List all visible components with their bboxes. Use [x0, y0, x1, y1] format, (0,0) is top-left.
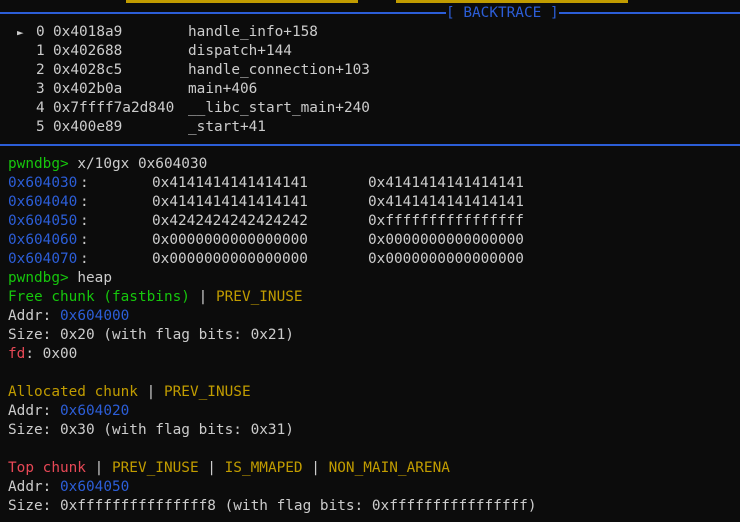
memory-value: 0x4141414141414141 — [368, 194, 524, 210]
command-line-heap: pwndbg> heap — [8, 269, 112, 288]
free-chunk-header: Free chunk (fastbins) | PREV_INUSE — [8, 288, 303, 307]
frame-index: 2 — [36, 62, 45, 78]
memory-address: 0x604070 — [8, 251, 78, 267]
frame-address: 0x402688 — [53, 43, 123, 59]
terminal-window[interactable]: [ BACKTRACE ] ► 0 0x4018a9 handle_info+1… — [0, 0, 740, 522]
memory-value: 0x4141414141414141 — [152, 175, 308, 191]
top-chunk-addr: Addr: 0x604050 — [8, 478, 129, 497]
frame-symbol: handle_info+158 — [188, 24, 318, 40]
memory-value: 0x4141414141414141 — [152, 194, 308, 210]
frame-symbol: dispatch+144 — [188, 43, 292, 59]
chunk-flag: PREV_INUSE — [111, 460, 199, 476]
prompt: pwndbg> — [8, 270, 69, 286]
fd-label: fd — [8, 346, 26, 362]
flag-separator: | — [302, 460, 329, 476]
memory-value: 0x0000000000000000 — [152, 232, 308, 248]
addr-label: Addr: — [8, 403, 52, 419]
chunk-address: 0x604050 — [60, 479, 130, 495]
addr-label: Addr: — [8, 479, 52, 495]
top-chunk-size: Size: 0xfffffffffffffff8 (with flag bits… — [8, 498, 537, 514]
chunk-address: 0x604020 — [60, 403, 130, 419]
addr-label: Addr: — [8, 308, 52, 324]
frame-index: 4 — [36, 100, 45, 116]
prompt: pwndbg> — [8, 156, 69, 172]
top-chunk-header: Top chunk | PREV_INUSE | IS_MMAPED | NON… — [8, 459, 450, 478]
frame-address: 0x7ffff7a2d840 — [53, 100, 175, 116]
memory-address: 0x604040 — [8, 194, 78, 210]
allocated-chunk-size: Size: 0x30 (with flag bits: 0x31) — [8, 422, 294, 438]
memory-value: 0x0000000000000000 — [368, 251, 524, 267]
chunk-address: 0x604000 — [60, 308, 130, 324]
command-line-examine: pwndbg> x/10gx 0x604030 — [8, 155, 207, 174]
context-bottom-rule — [0, 144, 740, 146]
chunk-title: Allocated chunk — [8, 384, 138, 400]
backtrace-header-rule — [0, 12, 740, 14]
memory-colon: : — [80, 194, 89, 210]
chunk-flag: IS_MMAPED — [224, 460, 303, 476]
memory-colon: : — [80, 251, 89, 267]
frame-symbol: _start+41 — [188, 119, 266, 135]
chunk-title: Top chunk — [8, 460, 86, 476]
memory-value: 0x0000000000000000 — [152, 251, 308, 267]
free-chunk-fd: fd: 0x00 — [8, 345, 77, 364]
frame-index: 0 — [36, 24, 45, 40]
frame-address: 0x4028c5 — [53, 62, 123, 78]
memory-value: 0xffffffffffffffff — [368, 213, 524, 229]
fd-value: : 0x00 — [25, 346, 78, 362]
memory-address: 0x604030 — [8, 175, 78, 191]
flag-separator: | — [198, 460, 225, 476]
frame-address: 0x400e89 — [53, 119, 123, 135]
frame-address: 0x402b0a — [53, 81, 123, 97]
allocated-chunk-header: Allocated chunk | PREV_INUSE — [8, 383, 251, 402]
memory-colon: : — [80, 232, 89, 248]
memory-colon: : — [80, 175, 89, 191]
previous-pane-strip-right — [396, 0, 628, 3]
chunk-title: Free chunk (fastbins) — [8, 289, 190, 305]
backtrace-title: [ BACKTRACE ] — [446, 4, 559, 23]
chunk-flag: PREV_INUSE — [163, 384, 251, 400]
memory-address: 0x604060 — [8, 232, 78, 248]
memory-address: 0x604050 — [8, 213, 78, 229]
memory-value: 0x4242424242424242 — [152, 213, 308, 229]
memory-colon: : — [80, 213, 89, 229]
flag-separator: | — [189, 289, 216, 305]
frame-symbol: main+406 — [188, 81, 258, 97]
chunk-flag: NON_MAIN_ARENA — [328, 460, 450, 476]
flag-separator: | — [137, 384, 164, 400]
frame-address: 0x4018a9 — [53, 24, 123, 40]
command-text: x/10gx 0x604030 — [77, 156, 208, 172]
memory-value: 0x4141414141414141 — [368, 175, 524, 191]
triangle-right-icon: ► — [17, 26, 24, 39]
previous-pane-strip-left — [126, 0, 358, 3]
free-chunk-addr: Addr: 0x604000 — [8, 307, 129, 326]
allocated-chunk-addr: Addr: 0x604020 — [8, 402, 129, 421]
frame-index: 3 — [36, 81, 45, 97]
free-chunk-size: Size: 0x20 (with flag bits: 0x21) — [8, 327, 294, 343]
memory-value: 0x0000000000000000 — [368, 232, 524, 248]
frame-index: 1 — [36, 43, 45, 59]
frame-index: 5 — [36, 119, 45, 135]
frame-symbol: __libc_start_main+240 — [188, 100, 370, 116]
frame-symbol: handle_connection+103 — [188, 62, 370, 78]
chunk-flag: PREV_INUSE — [215, 289, 303, 305]
command-text: heap — [77, 270, 112, 286]
flag-separator: | — [85, 460, 112, 476]
